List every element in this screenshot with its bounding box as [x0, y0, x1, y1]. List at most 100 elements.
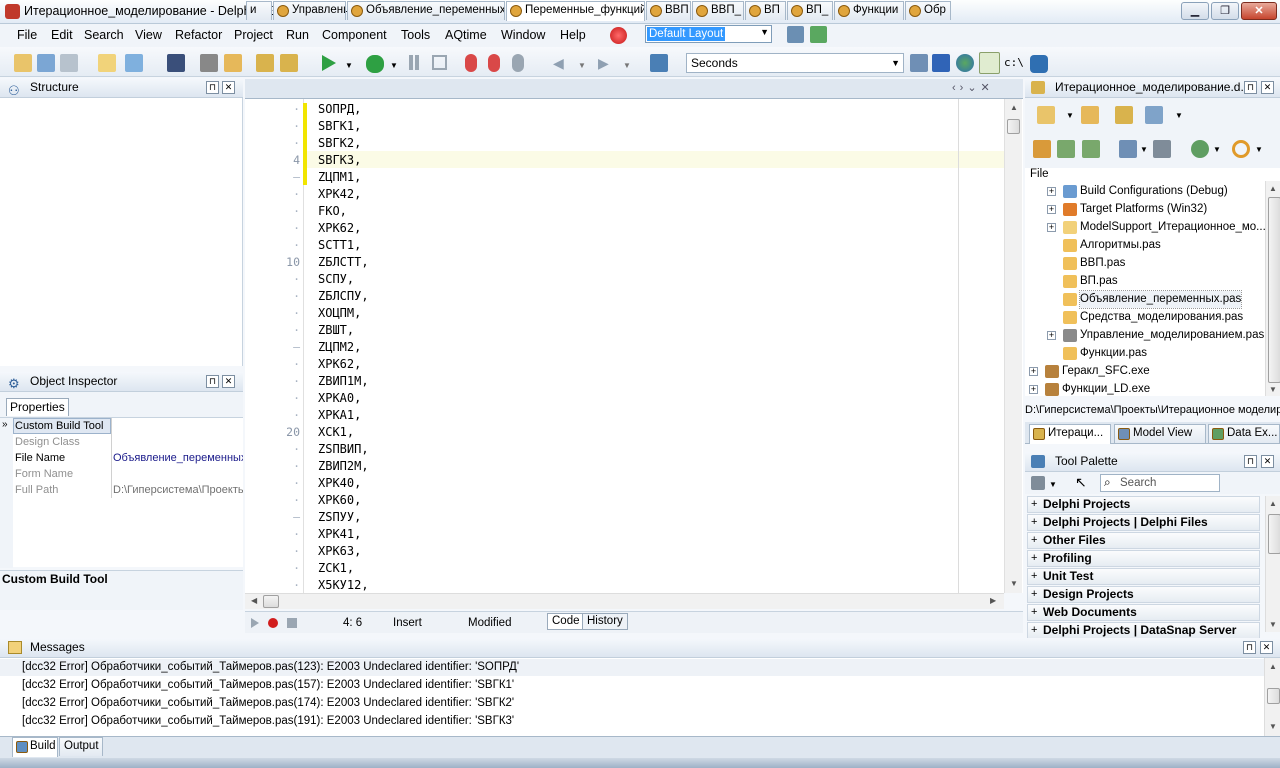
messages-scrollbar[interactable]: ▲ ▼	[1264, 658, 1280, 736]
menu-tools[interactable]: Tools	[401, 28, 430, 42]
help-icon[interactable]	[1030, 55, 1048, 73]
palette-category[interactable]: Other Files	[1027, 532, 1260, 549]
tree-column-header[interactable]: File	[1025, 168, 1280, 182]
menu-run[interactable]: Run	[286, 28, 309, 42]
chevron-down-icon[interactable]: ▼	[1140, 145, 1148, 154]
code-line[interactable]: ZВШТ,	[318, 322, 354, 339]
code-line[interactable]: ZSПУУ,	[318, 509, 361, 526]
tree-item[interactable]: Target Platforms (Win32)	[1080, 201, 1207, 218]
code-line[interactable]: XPK60,	[318, 492, 361, 509]
code-line[interactable]: SCTT1,	[318, 237, 361, 254]
code-line[interactable]: ZSПВИП,	[318, 441, 369, 458]
globe-icon[interactable]	[956, 54, 974, 72]
scrollbar-thumb[interactable]	[263, 595, 279, 608]
code-line[interactable]: ZЦПМ1,	[318, 169, 361, 186]
message-line[interactable]: [dcc32 Error] Обработчики_событий_Таймер…	[22, 713, 514, 730]
menu-file[interactable]: File	[17, 28, 37, 42]
chevron-down-icon[interactable]: ▼	[1066, 111, 1074, 120]
tree-scrollbar[interactable]: ▲ ▼	[1265, 181, 1280, 396]
property-grid[interactable]: » Custom Build Tool Design Class File Na…	[0, 417, 243, 568]
tab-editor[interactable]: ВВП	[646, 1, 691, 20]
chevron-down-icon[interactable]: ▼	[1175, 111, 1183, 120]
scroll-up-icon[interactable]: ▲	[1010, 103, 1018, 112]
expand-toggle-icon[interactable]: +	[1029, 367, 1038, 376]
tab-editor-active[interactable]: Переменные_функций	[506, 1, 645, 21]
build-icon[interactable]	[1153, 140, 1171, 158]
code-line[interactable]: ZВИП2М,	[318, 458, 369, 475]
scroll-left-icon[interactable]: ◀	[251, 596, 257, 605]
menu-component[interactable]: Component	[322, 28, 387, 42]
tab-editor[interactable]: Объявление_переменных	[347, 1, 505, 20]
remove-from-project-icon[interactable]	[280, 54, 298, 72]
tab-editor[interactable]: Функции	[834, 1, 904, 20]
code-line[interactable]: SОПРД,	[318, 101, 361, 118]
palette-category[interactable]: Delphi Projects	[1027, 496, 1260, 513]
expand-toggle-icon[interactable]: +	[1047, 187, 1056, 196]
editor-horizontal-scrollbar[interactable]: ◀ ▶	[245, 593, 1004, 609]
pointer-icon[interactable]: ↖	[1075, 474, 1087, 491]
run-to-cursor-icon[interactable]	[512, 54, 524, 72]
print-icon[interactable]	[200, 54, 218, 72]
code-line[interactable]: XPK62,	[318, 356, 361, 373]
scrollbar-thumb[interactable]	[1268, 197, 1280, 383]
collapse-icon[interactable]	[1082, 140, 1100, 158]
stop-icon[interactable]	[432, 55, 447, 70]
scroll-up-icon[interactable]: ▲	[1269, 184, 1277, 193]
open-folder-icon[interactable]	[1115, 106, 1133, 124]
chevron-down-icon[interactable]: ▼	[1049, 480, 1057, 489]
menu-help[interactable]: Help	[560, 28, 586, 42]
scroll-up-icon[interactable]: ▲	[1269, 499, 1277, 508]
add-icon[interactable]	[1081, 106, 1099, 124]
code-line[interactable]: SВГК3,	[318, 152, 361, 169]
tree-item[interactable]: ВВП.pas	[1080, 255, 1125, 272]
close-icon[interactable]: ✕	[222, 81, 235, 94]
structure-tree[interactable]	[0, 98, 243, 366]
record-macro-icon[interactable]	[268, 618, 278, 628]
tab-editor[interactable]: и	[246, 1, 272, 20]
palette-category[interactable]: Profiling	[1027, 550, 1260, 567]
trace-into-icon[interactable]	[465, 54, 477, 72]
palette-category[interactable]: Web Documents	[1027, 604, 1260, 621]
pin-icon[interactable]: ⊓	[1244, 455, 1257, 468]
tab-code[interactable]: Code	[547, 613, 585, 630]
open-file-icon[interactable]	[224, 54, 242, 72]
chevron-down-icon[interactable]: ▼	[1213, 145, 1221, 154]
scroll-down-icon[interactable]: ▼	[1010, 579, 1018, 588]
palette-scrollbar[interactable]: ▲ ▼	[1265, 496, 1280, 632]
new-project-icon[interactable]	[1037, 106, 1055, 124]
play-macro-icon[interactable]	[251, 618, 259, 628]
tab-history[interactable]: History	[582, 613, 628, 630]
tree-item[interactable]: Геракл_SFC.exe	[1062, 363, 1150, 380]
code-line[interactable]: ZCK1,	[318, 560, 354, 577]
sync-icon[interactable]	[1033, 140, 1051, 158]
palette-category[interactable]: Delphi Projects | Delphi Files	[1027, 514, 1260, 531]
tree-item[interactable]: Функции.pas	[1080, 345, 1147, 362]
tree-item[interactable]: ModelSupport_Итерационное_мо...	[1080, 219, 1266, 236]
palette-category[interactable]: Design Projects	[1027, 586, 1260, 603]
tree-item[interactable]: Алгоритмы.pas	[1080, 237, 1161, 254]
code-line[interactable]: ZБЛСТТ,	[318, 254, 369, 271]
code-line[interactable]: ZБЛСПУ,	[318, 288, 369, 305]
pin-icon[interactable]: ⊓	[1244, 81, 1257, 94]
tab-scroll-controls[interactable]: ‹›⌄✕	[952, 81, 994, 94]
code-line[interactable]: SВГК1,	[318, 118, 361, 135]
tree-item[interactable]: ВП.pas	[1080, 273, 1118, 290]
chevron-down-icon[interactable]: ▼	[345, 61, 353, 70]
layout-selector[interactable]: Default Layout ▼	[645, 25, 772, 43]
menu-view[interactable]: View	[135, 28, 162, 42]
expand-toggle-icon[interactable]: +	[1047, 331, 1056, 340]
palette-category[interactable]: Unit Test	[1027, 568, 1260, 585]
code-line[interactable]: X5KУ12,	[318, 577, 369, 594]
scroll-down-icon[interactable]: ▼	[1269, 385, 1277, 394]
save-all-icon[interactable]	[60, 54, 78, 72]
step-over-icon[interactable]	[488, 54, 500, 72]
chevron-down-icon[interactable]: ▼	[1255, 145, 1263, 154]
tab-project-manager[interactable]: Итераци...	[1029, 424, 1111, 444]
expand-toggle-icon[interactable]: +	[1047, 205, 1056, 214]
chevron-down-icon[interactable]: ▼	[578, 61, 586, 70]
categories-icon[interactable]	[1031, 476, 1045, 490]
tab-editor[interactable]: ВП	[745, 1, 786, 20]
code-line[interactable]: XPK62,	[318, 220, 361, 237]
expand-icon[interactable]	[1057, 140, 1075, 158]
tab-editor[interactable]: ВП_	[787, 1, 833, 20]
